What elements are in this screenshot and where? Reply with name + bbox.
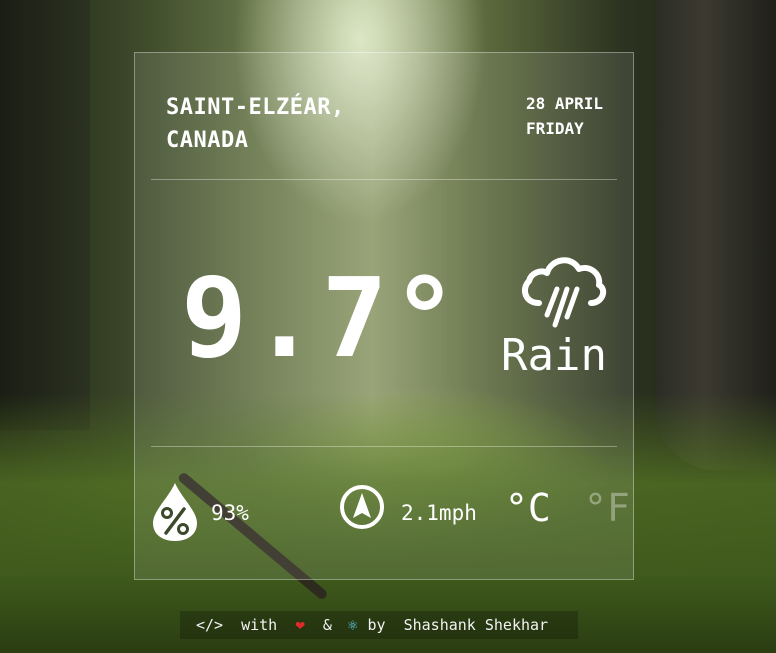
country-name: CANADA [166, 128, 249, 153]
author-link[interactable]: Shashank Shekhar [404, 611, 549, 639]
card-header: SAINT-ELZÉAR, CANADA 28 APRIL FRIDAY [135, 53, 633, 179]
celsius-toggle[interactable]: °C [505, 486, 551, 530]
footer-by: by [367, 616, 386, 634]
heart-icon: ❤ [295, 615, 305, 634]
city-name: SAINT-ELZÉAR, [166, 95, 345, 120]
date-label: 28 APRIL FRIDAY [526, 91, 603, 141]
react-icon: ⚛ [347, 615, 358, 634]
location-label: SAINT-ELZÉAR, CANADA [166, 91, 345, 157]
footer-ampersand: & [322, 616, 332, 634]
footer-credit: </> with ❤ & ⚛ by Shashank Shekhar [180, 611, 578, 639]
humidity-drop-icon [151, 481, 199, 541]
wind-value: 2.1mph [401, 501, 477, 525]
weather-card: SAINT-ELZÉAR, CANADA 28 APRIL FRIDAY 9.7… [134, 52, 634, 580]
background-tree-left [0, 0, 90, 430]
footer-with: with [241, 616, 278, 634]
date-day-month: 28 APRIL [525, 94, 603, 113]
condition-label: Rain [501, 330, 607, 381]
stats-row: 93% 2.1mph °C °F [135, 446, 633, 581]
code-icon: </> [196, 616, 224, 634]
date-weekday: FRIDAY [525, 119, 584, 138]
fahrenheit-toggle[interactable]: °F [584, 486, 630, 530]
humidity-value: 93% [211, 501, 249, 525]
wind-compass-icon [339, 484, 385, 530]
cloud-rain-icon [517, 245, 607, 335]
header-divider [151, 179, 617, 180]
temperature-value: 9.7° [181, 254, 462, 382]
